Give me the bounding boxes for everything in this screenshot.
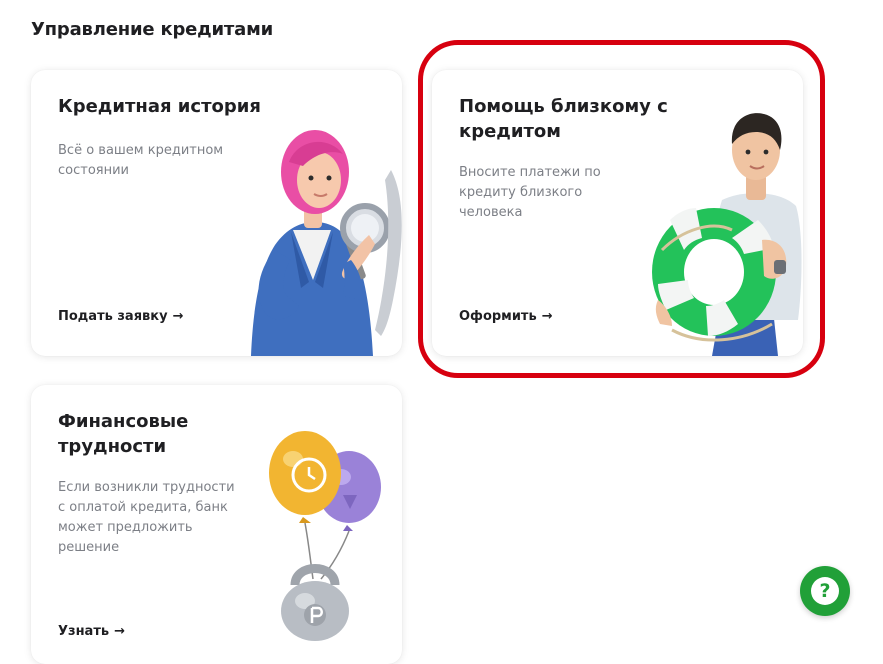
learn-more-link[interactable]: Узнать → [58,623,125,641]
question-icon: ? [811,577,839,605]
link-label: Узнать [58,624,110,639]
financial-difficulties-card[interactable]: Финансовые трудности Если возникли трудн… [31,385,402,664]
card-description: Всё о вашем кредитном состоянии [58,143,224,178]
man-with-lifebuoy-icon [652,113,802,356]
apply-link[interactable]: Подать заявку → [58,308,183,326]
woman-with-magnifier-icon [251,130,402,356]
help-button[interactable]: ? [800,566,850,616]
balloons-kettlebell-icon [269,431,381,641]
card-title: Помощь близкому с кредитом [459,96,668,142]
arrow-right-icon: → [172,309,184,324]
credit-history-card[interactable]: Кредитная история Всё о вашем кредитном … [31,70,402,356]
section-title: Управление кредитами [31,19,274,40]
apply-link[interactable]: Оформить → [459,308,553,326]
card-description: Если возникли трудности с оплатой кредит… [58,480,235,555]
arrow-right-icon: → [114,624,125,639]
card-title: Финансовые трудности [58,411,189,457]
link-label: Подать заявку [58,309,168,324]
help-relative-credit-card[interactable]: Помощь близкому с кредитом Вносите плате… [432,70,803,356]
link-label: Оформить [459,309,537,324]
arrow-right-icon: → [541,309,553,324]
card-description: Вносите платежи по кредиту близкого чело… [459,165,601,220]
